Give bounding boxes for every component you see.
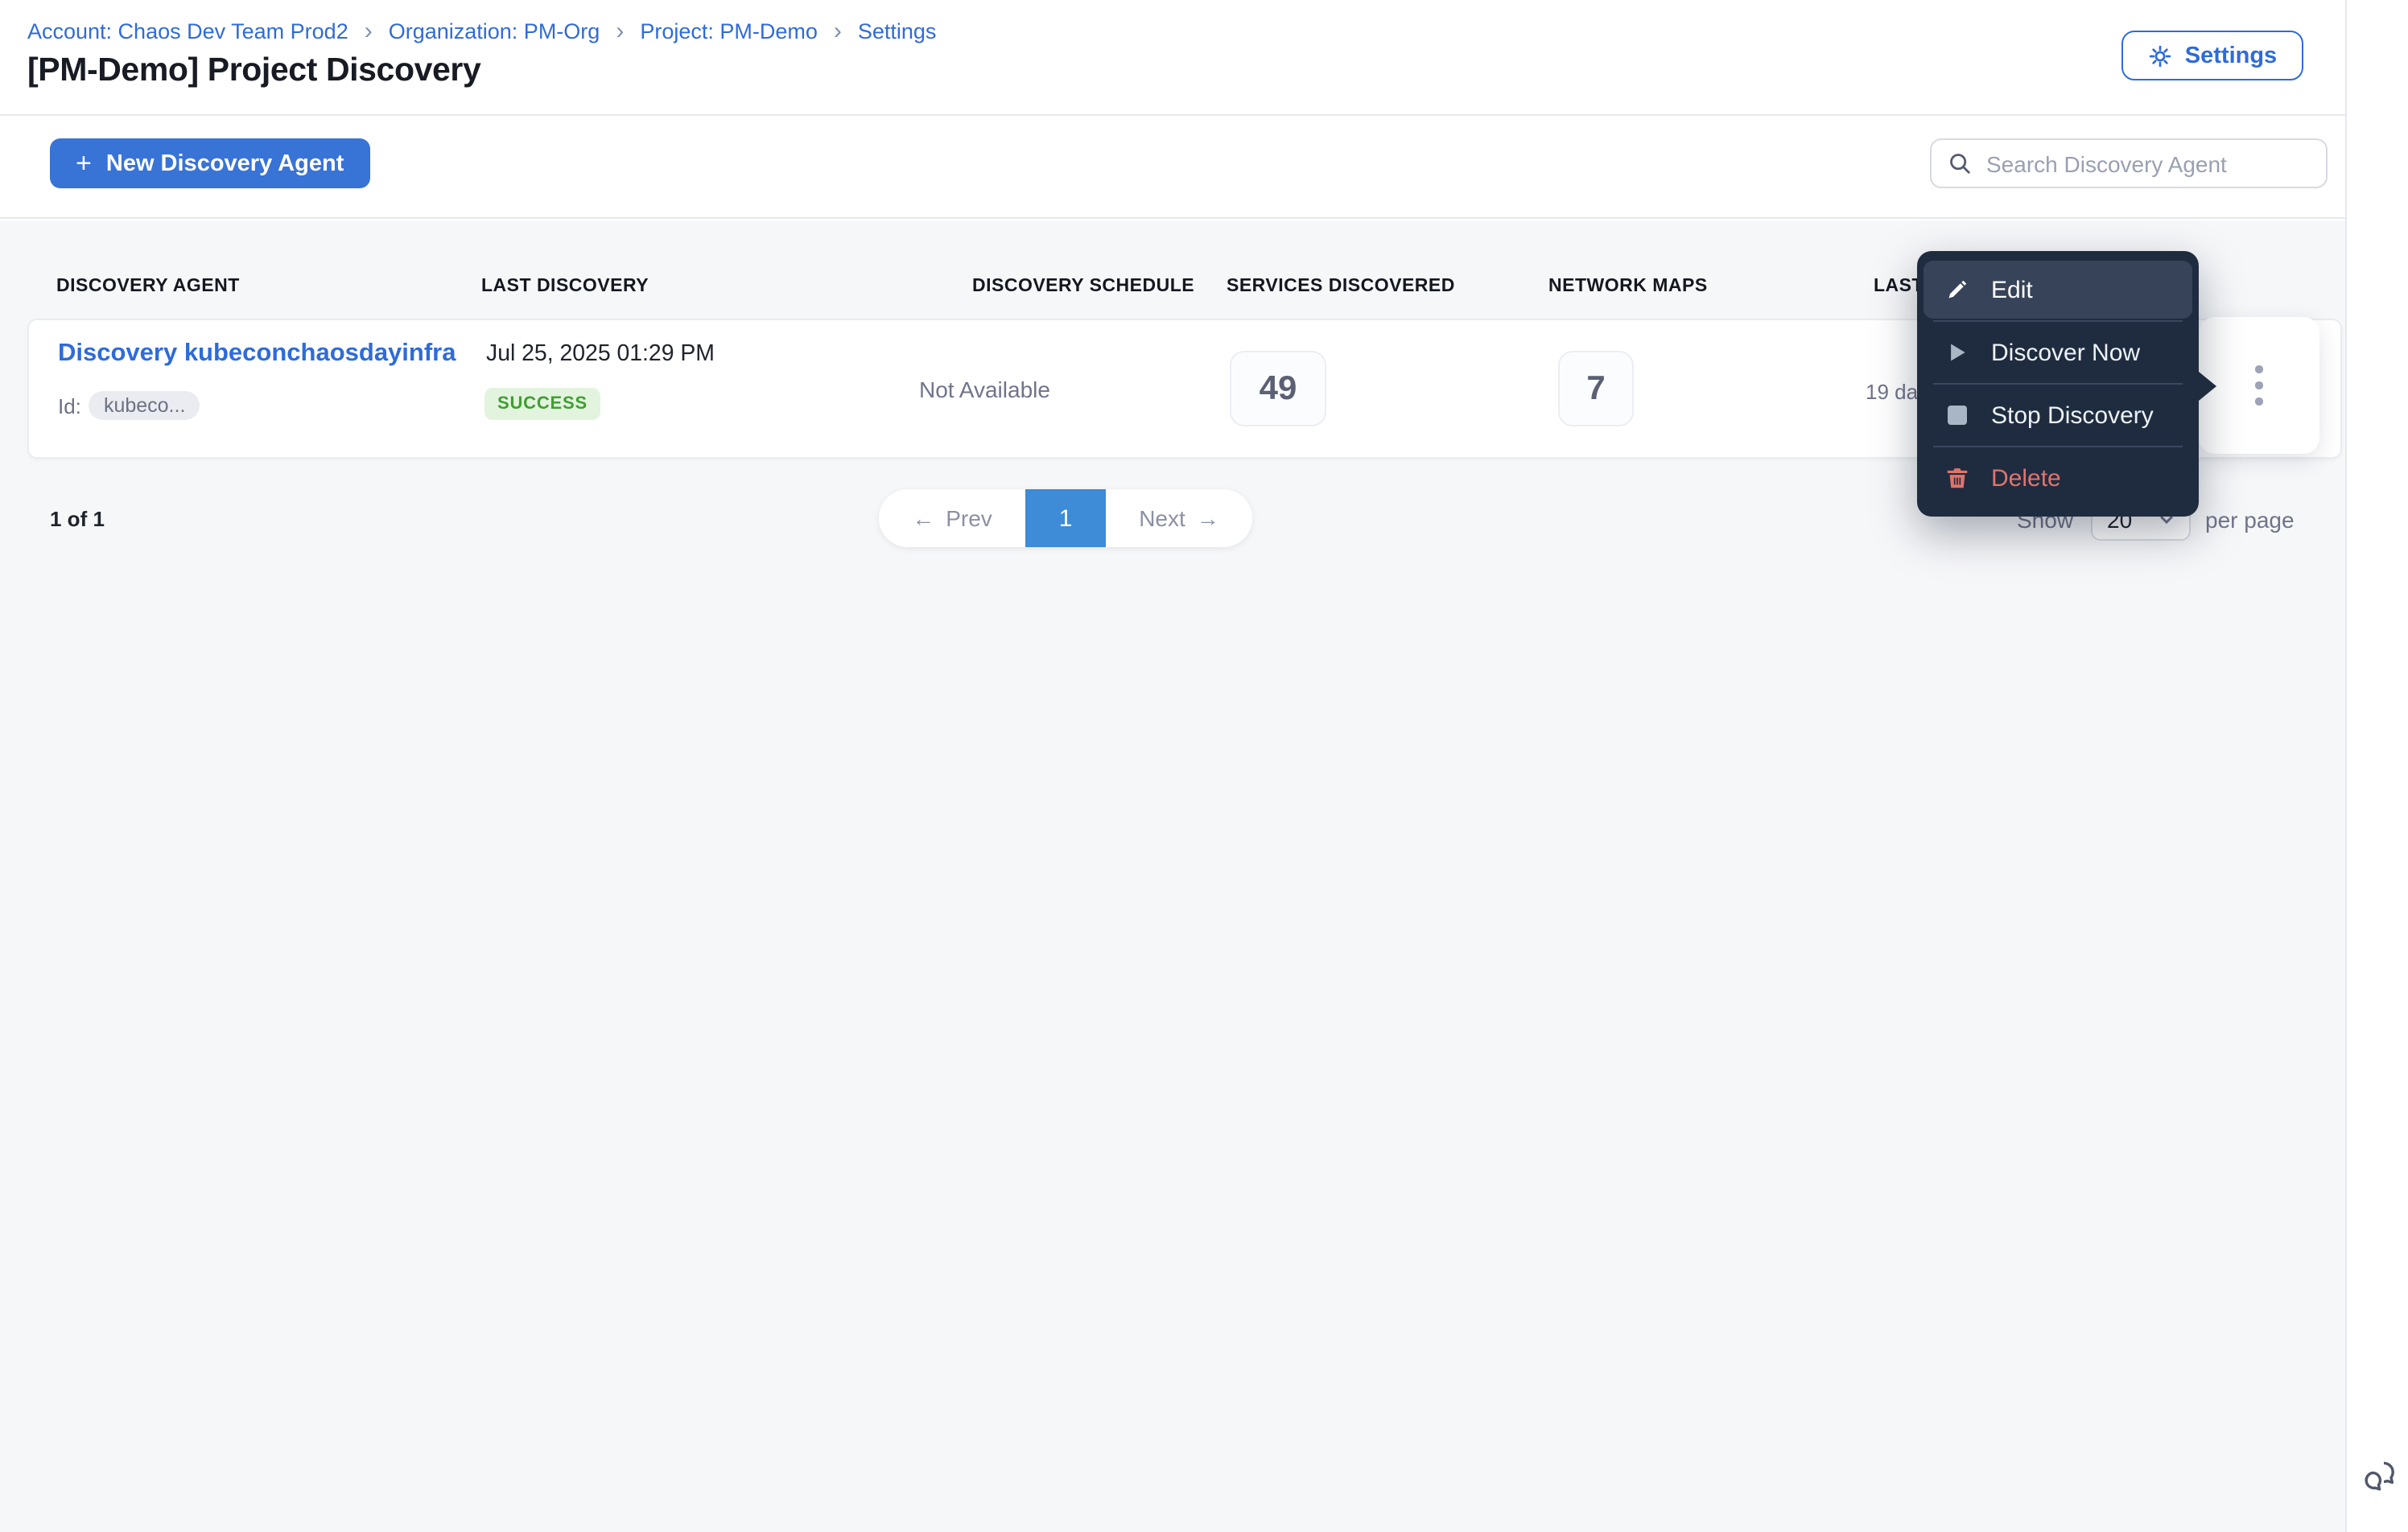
settings-button-label: Settings (2184, 43, 2278, 68)
status-badge: SUCCESS (484, 388, 600, 420)
new-discovery-agent-label: New Discovery Agent (105, 150, 344, 176)
agent-id-label: Id: (58, 393, 81, 418)
page-summary: 1 of 1 (50, 507, 105, 531)
play-icon (1944, 341, 1970, 364)
prev-page-button[interactable]: ← Prev (879, 489, 1025, 547)
breadcrumb-project-link[interactable]: Project: PM-Demo (640, 19, 818, 43)
page-title: [PM-Demo] Project Discovery (27, 51, 481, 89)
plus-icon: + (76, 148, 92, 179)
chevron-right-icon: › (616, 18, 625, 45)
search-icon (1948, 151, 1972, 175)
column-header-services-discovered: SERVICES DISCOVERED (1227, 277, 1455, 296)
menu-separator (1933, 320, 2183, 322)
top-header-bar: Account: Chaos Dev Team Prod2 › Organiza… (0, 0, 2345, 116)
stop-icon (1944, 406, 1970, 425)
menu-item-edit[interactable]: Edit (1924, 261, 2192, 319)
column-header-discovery-schedule: DISCOVERY SCHEDULE (972, 277, 1195, 296)
breadcrumb-account-link[interactable]: Account: Chaos Dev Team Prod2 (27, 19, 348, 43)
right-rail (2345, 0, 2408, 1532)
current-page-button[interactable]: 1 (1025, 489, 1106, 547)
menu-separator (1933, 446, 2183, 447)
popover-arrow (2199, 372, 2216, 401)
toolbar: + New Discovery Agent (0, 116, 2345, 219)
chevron-right-icon: › (833, 18, 842, 45)
settings-button[interactable]: Settings (2121, 31, 2303, 80)
column-header-discovery-agent: DISCOVERY AGENT (56, 277, 240, 296)
chat-bubbles-icon[interactable] (2358, 1455, 2400, 1497)
chevron-right-icon: › (364, 18, 373, 45)
menu-item-discover-now[interactable]: Discover Now (1924, 323, 2192, 381)
row-actions-card (2199, 317, 2319, 454)
agent-name-link[interactable]: Discovery kubeconchaosdayinfra (58, 340, 456, 369)
breadcrumb-organization-link[interactable]: Organization: PM-Org (389, 19, 600, 43)
menu-item-stop-discovery[interactable]: Stop Discovery (1924, 386, 2192, 444)
next-page-button[interactable]: Next → (1106, 489, 1252, 547)
last-discovery-time: Jul 25, 2025 01:29 PM (486, 341, 715, 367)
services-discovered-count[interactable]: 49 (1230, 351, 1326, 426)
pagination-control: ← Prev 1 Next → (879, 489, 1252, 547)
trash-icon (1944, 467, 1970, 489)
agent-id-line: Id: kubeco... (58, 391, 200, 420)
search-discovery-agent-input[interactable] (1986, 150, 2310, 176)
discovery-schedule-value: Not Available (919, 377, 1050, 402)
menu-separator (1933, 383, 2183, 385)
arrow-left-icon: ← (912, 505, 935, 531)
gear-icon (2148, 43, 2174, 68)
new-discovery-agent-button[interactable]: + New Discovery Agent (50, 138, 370, 188)
column-header-last: LAST (1874, 277, 1924, 296)
column-header-last-discovery: LAST DISCOVERY (481, 277, 649, 296)
per-page-label: per page (2205, 507, 2295, 533)
pencil-icon (1944, 278, 1970, 301)
agent-id-value[interactable]: kubeco... (89, 391, 200, 420)
arrow-right-icon: → (1196, 505, 1219, 531)
network-maps-count[interactable]: 7 (1558, 351, 1634, 426)
menu-item-delete[interactable]: Delete (1924, 449, 2192, 507)
breadcrumb: Account: Chaos Dev Team Prod2 › Organiza… (27, 18, 936, 43)
column-header-network-maps: NETWORK MAPS (1548, 277, 1708, 296)
breadcrumb-settings-link[interactable]: Settings (858, 19, 937, 43)
search-box (1930, 138, 2328, 188)
project-discovery-page: Account: Chaos Dev Team Prod2 › Organiza… (0, 0, 2408, 1532)
row-context-menu: Edit Discover Now Stop Discovery Delete (1917, 251, 2216, 517)
kebab-menu-button[interactable] (2246, 356, 2273, 415)
